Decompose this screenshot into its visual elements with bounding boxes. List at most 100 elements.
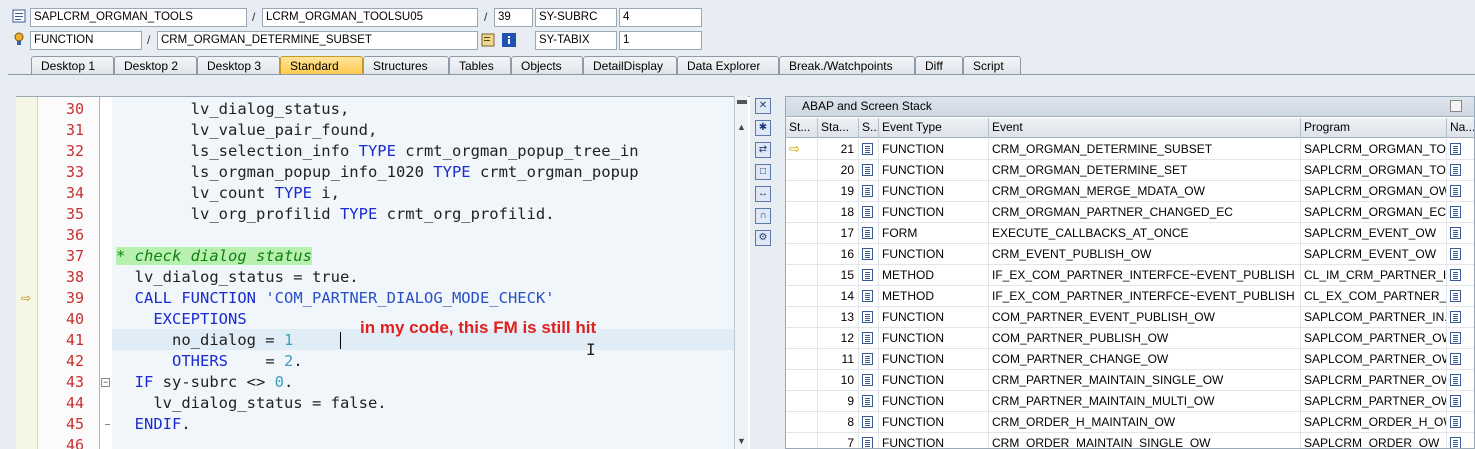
function-name-field[interactable]: CRM_ORGMAN_DETERMINE_SUBSET <box>157 31 478 50</box>
line-number: 46 <box>65 436 84 449</box>
tab-breakpoints[interactable]: Break./Watchpoints <box>779 56 915 75</box>
stack-row[interactable]: 16 FUNCTION CRM_EVENT_PUBLISH_OW SAPLCRM_EV… <box>786 244 1474 265</box>
navigate-source-icon[interactable] <box>1450 206 1461 218</box>
current-marker-cell <box>786 307 818 327</box>
navigate-source-icon[interactable] <box>1450 353 1461 365</box>
include-field[interactable]: LCRM_ORGMAN_TOOLSU05 <box>262 8 478 27</box>
stack-row[interactable]: ⇨ 21 FUNCTION CRM_ORGMAN_DETERMINE_SUBSET SA… <box>786 139 1474 160</box>
document-icon[interactable] <box>862 374 873 386</box>
column-header[interactable]: Event Type <box>879 118 989 138</box>
full-width-icon[interactable]: ↔ <box>755 186 771 202</box>
navigate-source-icon[interactable] <box>1450 185 1461 197</box>
source-icon[interactable] <box>481 33 495 47</box>
column-header[interactable]: Na... <box>1447 118 1474 138</box>
column-header[interactable]: Sta... <box>818 118 859 138</box>
navigate-source-icon[interactable] <box>1450 332 1461 344</box>
document-icon[interactable] <box>862 395 873 407</box>
current-marker-cell <box>786 391 818 411</box>
stack-row[interactable]: 17 FORM EXECUTE_CALLBACKS_AT_ONCE SAPLCRM_E… <box>786 223 1474 244</box>
document-icon[interactable] <box>862 311 873 323</box>
maximize-icon[interactable]: □ <box>755 164 771 180</box>
document-icon[interactable] <box>862 416 873 428</box>
column-header[interactable]: Program <box>1301 118 1447 138</box>
editor-vertical-scrollbar[interactable]: ▲ ▼ <box>734 96 748 449</box>
scroll-thumb[interactable] <box>737 100 747 104</box>
stack-row[interactable]: 9 FUNCTION CRM_PARTNER_MAINTAIN_MULTI_OW SA… <box>786 391 1474 412</box>
scroll-down-icon[interactable]: ▼ <box>737 436 746 446</box>
stack-row[interactable]: 8 FUNCTION CRM_ORDER_H_MAINTAIN_OW SAPLCRM_… <box>786 412 1474 433</box>
text-cursor <box>340 332 341 349</box>
stack-level: 16 <box>818 244 859 264</box>
navigate-source-icon[interactable] <box>1450 164 1461 176</box>
stack-row[interactable]: 15 METHOD IF_EX_COM_PARTNER_INTERFCE~EVENT… <box>786 265 1474 286</box>
document-icon[interactable] <box>862 269 873 281</box>
source-doc-cell <box>859 433 879 448</box>
tab-desktop-1[interactable]: Desktop 1 <box>31 56 114 75</box>
tab-objects[interactable]: Objects <box>511 56 583 75</box>
event-type: FUNCTION <box>879 391 989 411</box>
tab-desktop-3[interactable]: Desktop 3 <box>197 56 280 75</box>
document-icon[interactable] <box>862 227 873 239</box>
new-tool-icon[interactable]: ✱ <box>755 120 771 136</box>
program-name: SAPLCRM_ORGMAN_TO... <box>1301 139 1447 159</box>
navigate-source-icon[interactable] <box>1450 311 1461 323</box>
document-icon[interactable] <box>862 206 873 218</box>
stack-row[interactable]: 19 FUNCTION CRM_ORGMAN_MERGE_MDATA_OW SAPLC… <box>786 181 1474 202</box>
navigate-source-icon[interactable] <box>1450 227 1461 239</box>
tab-detaildisplay[interactable]: DetailDisplay <box>583 56 677 75</box>
line-number: 36 <box>65 226 84 244</box>
navigate-source-icon[interactable] <box>1450 290 1461 302</box>
stack-row[interactable]: 7 FUNCTION CRM_ORDER_MAINTAIN_SINGLE_OW SAP… <box>786 433 1474 448</box>
stack-row[interactable]: 12 FUNCTION COM_PARTNER_PUBLISH_OW SAPLCOM_… <box>786 328 1474 349</box>
document-icon[interactable] <box>862 185 873 197</box>
navigate-source-icon[interactable] <box>1450 416 1461 428</box>
document-icon[interactable] <box>862 248 873 260</box>
current-marker-cell <box>786 181 818 201</box>
navigate-source-icon[interactable] <box>1450 374 1461 386</box>
services-icon[interactable]: ∩ <box>755 208 771 224</box>
fold-toggle-icon[interactable]: − <box>101 378 110 387</box>
stack-row[interactable]: 13 FUNCTION COM_PARTNER_EVENT_PUBLISH_OW SA… <box>786 307 1474 328</box>
tab-diff[interactable]: Diff <box>915 56 963 75</box>
program-field[interactable]: SAPLCRM_ORGMAN_TOOLS <box>30 8 247 27</box>
tab-script[interactable]: Script <box>963 56 1021 75</box>
info-icon[interactable] <box>502 33 516 47</box>
tab-data-explorer[interactable]: Data Explorer <box>677 56 779 75</box>
sy-tabix-value[interactable]: 1 <box>619 31 702 50</box>
tab-tables[interactable]: Tables <box>449 56 511 75</box>
document-icon[interactable] <box>862 164 873 176</box>
navigate-source-icon[interactable] <box>1450 248 1461 260</box>
navigate-source-icon[interactable] <box>1450 269 1461 281</box>
sy-subrc-value[interactable]: 4 <box>619 8 702 27</box>
scroll-up-icon[interactable]: ▲ <box>737 122 746 132</box>
stack-row[interactable]: 14 METHOD IF_EX_COM_PARTNER_INTERFCE~EVENT… <box>786 286 1474 307</box>
stack-row[interactable]: 18 FUNCTION CRM_ORGMAN_PARTNER_CHANGED_EC S… <box>786 202 1474 223</box>
stack-row[interactable]: 10 FUNCTION CRM_PARTNER_MAINTAIN_SINGLE_OW… <box>786 370 1474 391</box>
tab-standard[interactable]: Standard <box>280 56 363 75</box>
line-number: 30 <box>65 100 84 118</box>
type-field[interactable]: FUNCTION <box>30 31 142 50</box>
column-header[interactable]: Event <box>989 118 1301 138</box>
current-marker-cell: ⇨ <box>786 139 818 159</box>
document-icon[interactable] <box>862 290 873 302</box>
tab-desktop-2[interactable]: Desktop 2 <box>114 56 197 75</box>
column-header[interactable]: S... <box>859 118 879 138</box>
close-icon[interactable]: ✕ <box>755 98 771 114</box>
stack-row[interactable]: 11 FUNCTION COM_PARTNER_CHANGE_OW SAPLCOM_P… <box>786 349 1474 370</box>
document-icon[interactable] <box>862 437 873 448</box>
tab-structures[interactable]: Structures <box>363 56 449 75</box>
navigate-source-icon[interactable] <box>1450 437 1461 448</box>
source-editor[interactable]: 30 lv_dialog_status, 31 lv_value_pair_fo… <box>16 96 750 449</box>
navigate-source-icon[interactable] <box>1450 395 1461 407</box>
column-header[interactable]: St... <box>786 118 818 138</box>
swap-tool-icon[interactable]: ⇄ <box>755 142 771 158</box>
line-field[interactable]: 39 <box>494 8 533 27</box>
document-icon[interactable] <box>862 143 873 155</box>
code-line: 35 lv_org_profilid TYPE crmt_org_profili… <box>16 204 734 225</box>
settings-icon[interactable]: ⚙ <box>755 230 771 246</box>
navigate-source-icon[interactable] <box>1450 143 1461 155</box>
panel-menu-icon[interactable] <box>1450 100 1462 112</box>
stack-row[interactable]: 20 FUNCTION CRM_ORGMAN_DETERMINE_SET SAPLCR… <box>786 160 1474 181</box>
document-icon[interactable] <box>862 353 873 365</box>
document-icon[interactable] <box>862 332 873 344</box>
